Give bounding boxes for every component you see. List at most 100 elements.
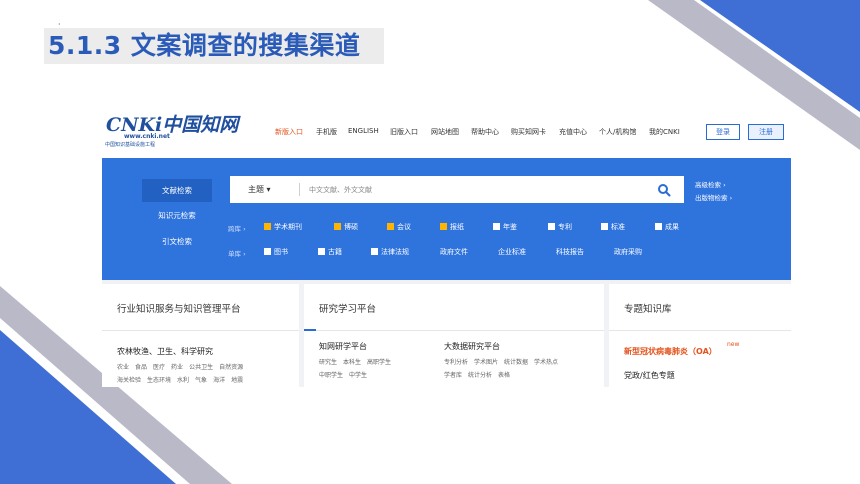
panel-industry-platform: 行业知识服务与知识管理平台 农林牧渔、卫生、科学研究 农业 食品 医疗 药业 公共卫生自… bbox=[102, 284, 299, 387]
publication-search-link[interactable]: 出版物检索 › bbox=[695, 192, 732, 205]
big-data-link[interactable]: 学者库 bbox=[444, 372, 462, 379]
tab-knowledge-element-search[interactable]: 知识元检索 bbox=[142, 204, 212, 227]
checkbox-label: 博硕 bbox=[344, 223, 358, 231]
industry-link[interactable]: 自然资源 bbox=[219, 364, 243, 371]
panel-title[interactable]: 研究学习平台 bbox=[319, 301, 376, 315]
industry-link[interactable]: 生态环境 bbox=[147, 377, 171, 384]
checkbox-label: 图书 bbox=[274, 248, 288, 256]
checkbox-unchecked-icon bbox=[655, 223, 662, 230]
checkbox-newspaper[interactable]: 报纸 bbox=[440, 222, 464, 232]
industry-link[interactable]: 海关检验 bbox=[117, 377, 141, 384]
nav-mobile[interactable]: 手机版 bbox=[316, 127, 337, 137]
checkbox-standard[interactable]: 标准 bbox=[601, 222, 625, 232]
panel-divider bbox=[304, 329, 604, 331]
industry-link[interactable]: 地震 bbox=[231, 377, 243, 384]
db-link-tech-reports[interactable]: 科技报告 bbox=[556, 247, 584, 257]
industry-items-row1: 农业 食品 医疗 药业 公共卫生 自然资源 bbox=[117, 362, 249, 371]
top-right-blue-stripe bbox=[700, 0, 860, 112]
db-link-enterprise-standards[interactable]: 企业标准 bbox=[498, 247, 526, 257]
checkbox-unchecked-icon bbox=[264, 248, 271, 255]
cnki-logo-url: www.cnki.net bbox=[124, 133, 170, 140]
nav-help[interactable]: 帮助中心 bbox=[471, 127, 499, 137]
checkbox-thesis[interactable]: 博硕 bbox=[334, 222, 358, 232]
checkbox-unchecked-icon bbox=[371, 248, 378, 255]
checkbox-unchecked-icon bbox=[318, 248, 325, 255]
big-data-link[interactable]: 学术图片 bbox=[474, 359, 498, 366]
search-icon[interactable] bbox=[657, 183, 671, 197]
research-link[interactable]: 本科生 bbox=[343, 359, 361, 366]
checkbox-book[interactable]: 图书 bbox=[264, 247, 288, 257]
single-db-label: 单库 › bbox=[228, 250, 246, 258]
industry-link[interactable]: 海洋 bbox=[213, 377, 225, 384]
checkbox-label: 成果 bbox=[665, 223, 679, 231]
checkbox-conference[interactable]: 会议 bbox=[387, 222, 411, 232]
nav-old-entry[interactable]: 旧版入口 bbox=[390, 127, 418, 137]
new-badge: new bbox=[727, 341, 740, 348]
big-data-platform-title[interactable]: 大数据研究平台 bbox=[444, 341, 500, 352]
cnki-screenshot: CNKi中国知网 www.cnki.net 中国知识基础设施工程 新版入口 手机… bbox=[102, 108, 791, 387]
research-link[interactable]: 高职学生 bbox=[367, 359, 391, 366]
research-link[interactable]: 中职学生 bbox=[319, 372, 343, 379]
tab-literature-search[interactable]: 文献检索 bbox=[142, 179, 212, 202]
research-platform-title[interactable]: 知网研学平台 bbox=[319, 341, 367, 352]
cnki-logo-subtitle: 中国知识基础设施工程 bbox=[105, 142, 156, 148]
checkbox-label: 报纸 bbox=[450, 223, 464, 231]
panel-divider bbox=[102, 330, 299, 331]
big-data-link[interactable]: 统计数据 bbox=[504, 359, 528, 366]
big-data-link[interactable]: 专利分析 bbox=[444, 359, 468, 366]
checkbox-label: 标准 bbox=[611, 223, 625, 231]
checkbox-ancient-books[interactable]: 古籍 bbox=[318, 247, 342, 257]
nav-my-cnki[interactable]: 我的CNKI bbox=[649, 127, 680, 137]
industry-link[interactable]: 医疗 bbox=[153, 364, 165, 371]
industry-link[interactable]: 公共卫生 bbox=[189, 364, 213, 371]
nav-new-entry[interactable]: 新版入口 bbox=[275, 127, 303, 137]
panel-title[interactable]: 专题知识库 bbox=[624, 301, 672, 315]
panel-highlight bbox=[304, 329, 316, 331]
checkbox-yearbook[interactable]: 年鉴 bbox=[493, 222, 517, 232]
cross-db-label: 跨库 › bbox=[228, 225, 246, 233]
register-button[interactable]: 注册 bbox=[748, 124, 784, 140]
big-data-link[interactable]: 学术热点 bbox=[534, 359, 558, 366]
research-link[interactable]: 研究生 bbox=[319, 359, 337, 366]
advanced-search-link[interactable]: 高级检索 › bbox=[695, 179, 732, 192]
cnki-logo[interactable]: CNKi中国知网 bbox=[106, 115, 238, 135]
covid-oa-link[interactable]: 新型冠状病毒肺炎（OA） bbox=[624, 346, 717, 357]
search-links: 高级检索 › 出版物检索 › bbox=[695, 179, 732, 205]
checkbox-label: 学术期刊 bbox=[274, 223, 302, 231]
big-data-items-row1: 专利分析 学术图片 统计数据 学术热点 bbox=[444, 357, 564, 366]
checkbox-unchecked-icon bbox=[493, 223, 500, 230]
tab-citation-search[interactable]: 引文检索 bbox=[142, 230, 212, 253]
research-items-row1: 研究生 本科生 高职学生 bbox=[319, 357, 397, 366]
checkbox-achievement[interactable]: 成果 bbox=[655, 222, 679, 232]
checkbox-patent[interactable]: 专利 bbox=[548, 222, 572, 232]
checkbox-checked-icon bbox=[440, 223, 447, 230]
big-data-link[interactable]: 统计分析 bbox=[468, 372, 492, 379]
research-link[interactable]: 中学生 bbox=[349, 372, 367, 379]
login-button[interactable]: 登录 bbox=[706, 124, 740, 140]
checkbox-laws[interactable]: 法律法规 bbox=[371, 247, 409, 257]
industry-category[interactable]: 农林牧渔、卫生、科学研究 bbox=[117, 346, 213, 357]
checkbox-checked-icon bbox=[334, 223, 341, 230]
cnki-header: CNKi中国知网 www.cnki.net 中国知识基础设施工程 新版入口 手机… bbox=[102, 108, 791, 158]
nav-english[interactable]: ENGLISH bbox=[348, 127, 379, 135]
big-data-link[interactable]: 表格 bbox=[498, 372, 510, 379]
industry-link[interactable]: 药业 bbox=[171, 364, 183, 371]
search-scope-dropdown[interactable]: 主题 ▾ bbox=[248, 176, 271, 203]
panel-topic-knowledge: 专题知识库 新型冠状病毒肺炎（OA） new 党政/红色专题 bbox=[609, 284, 791, 387]
nav-personal-org[interactable]: 个人/机构馆 bbox=[599, 127, 636, 137]
nav-recharge[interactable]: 充值中心 bbox=[559, 127, 587, 137]
industry-link[interactable]: 气象 bbox=[195, 377, 207, 384]
industry-link[interactable]: 水利 bbox=[177, 377, 189, 384]
panel-title[interactable]: 行业知识服务与知识管理平台 bbox=[117, 301, 241, 315]
search-box: 主题 ▾ bbox=[230, 176, 684, 203]
nav-sitemap[interactable]: 网站地图 bbox=[431, 127, 459, 137]
industry-link[interactable]: 农业 bbox=[117, 364, 129, 371]
search-input[interactable] bbox=[309, 184, 609, 195]
party-red-topic-link[interactable]: 党政/红色专题 bbox=[624, 370, 675, 381]
db-link-government-procurement[interactable]: 政府采购 bbox=[614, 247, 642, 257]
checkbox-journal[interactable]: 学术期刊 bbox=[264, 222, 302, 232]
nav-buy-card[interactable]: 购买知网卡 bbox=[511, 127, 546, 137]
panel-research-platform: 研究学习平台 知网研学平台 研究生 本科生 高职学生 中职学生 中学生 大数据研究平台… bbox=[304, 284, 604, 387]
db-link-government-documents[interactable]: 政府文件 bbox=[440, 247, 468, 257]
industry-link[interactable]: 食品 bbox=[135, 364, 147, 371]
